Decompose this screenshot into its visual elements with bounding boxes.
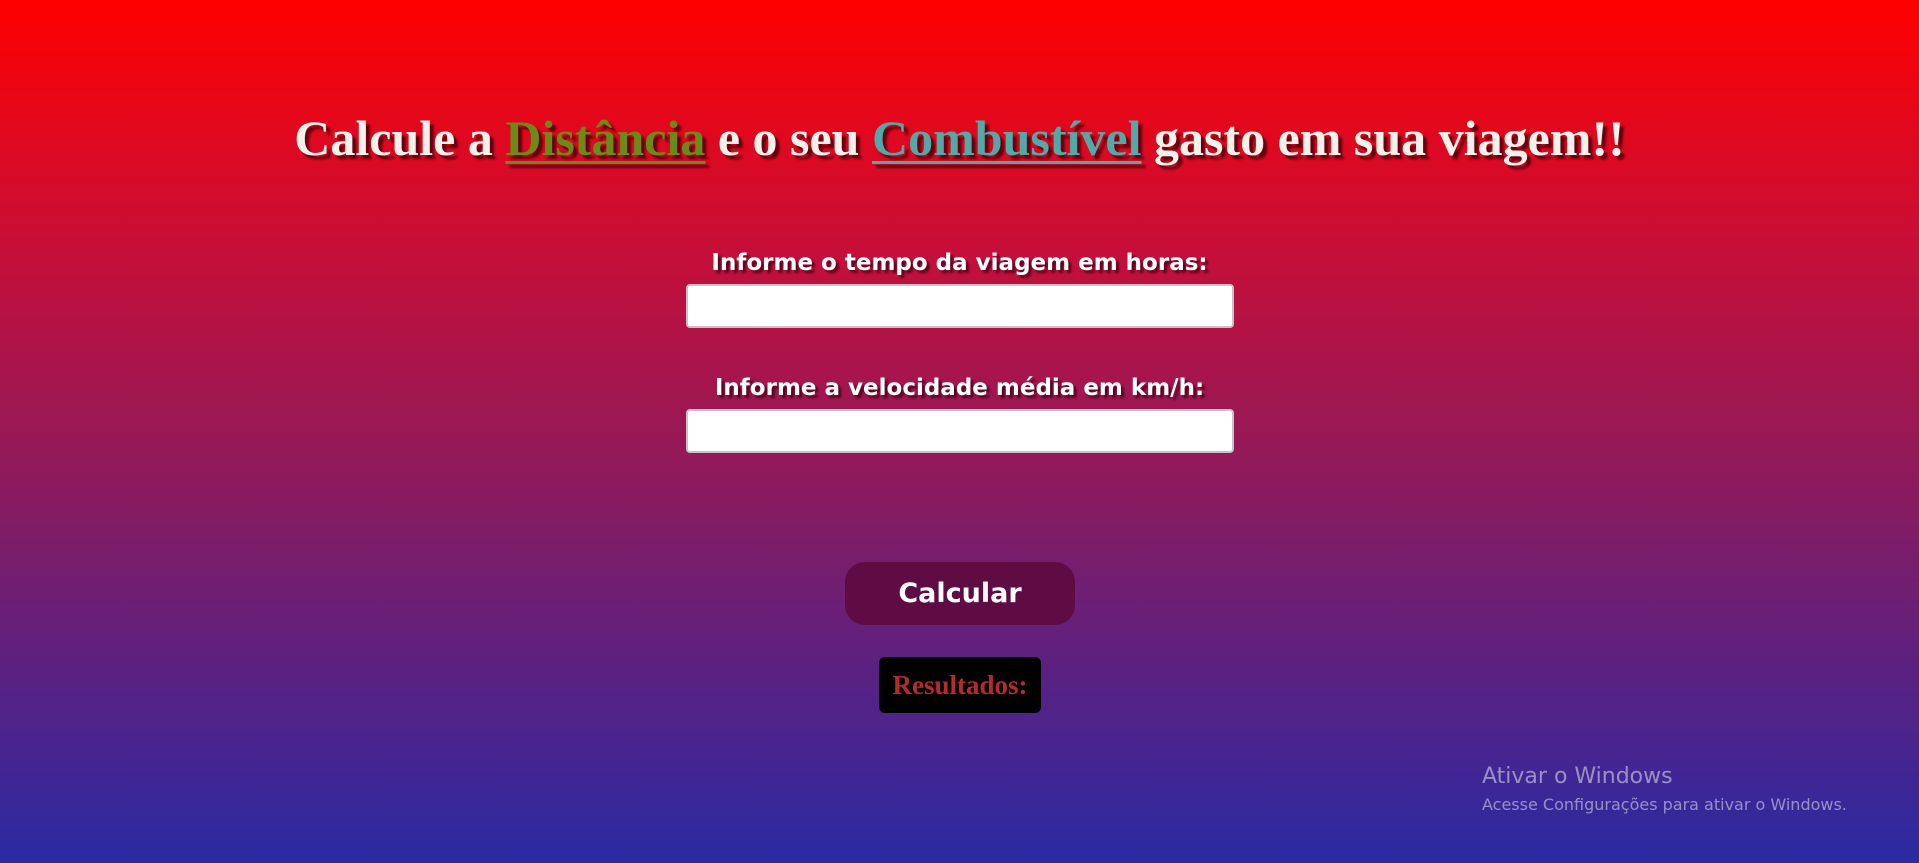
title-prefix: Calcule a xyxy=(294,110,506,166)
title-middle: e o seu xyxy=(705,110,872,166)
tempo-label: Informe o tempo da viagem em horas: xyxy=(711,250,1208,276)
tempo-input[interactable] xyxy=(686,284,1234,328)
page-title: Calcule a Distância e o seu Combustível … xyxy=(0,104,1919,172)
watermark-title: Ativar o Windows xyxy=(1482,764,1673,789)
results-box: Resultados: xyxy=(879,657,1041,713)
distancia-link[interactable]: Distância xyxy=(505,110,705,166)
combustivel-link[interactable]: Combustível xyxy=(872,110,1141,166)
windows-activation-watermark: Ativar o Windows Acesse Configurações pa… xyxy=(1482,762,1847,816)
velocidade-input[interactable] xyxy=(686,409,1234,453)
calcular-button[interactable]: Calcular xyxy=(845,562,1075,625)
title-suffix: gasto em sua viagem!! xyxy=(1141,110,1625,166)
watermark-subtitle: Acesse Configurações para ativar o Windo… xyxy=(1482,795,1847,814)
results-label: Resultados: xyxy=(892,669,1028,700)
velocidade-label: Informe a velocidade média em km/h: xyxy=(714,375,1205,401)
